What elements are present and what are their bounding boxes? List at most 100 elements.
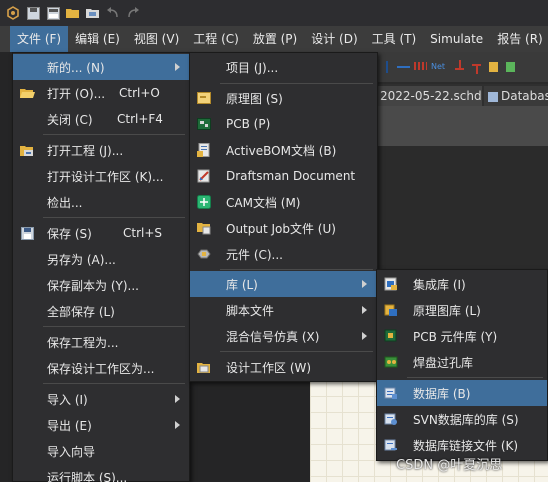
file-save-item[interactable]: 保存 (S) Ctrl+S [13,220,189,246]
new-submenu: 项目 (J)... 原理图 (S) PCB (P) ActiveBOM文档 (B… [189,52,378,382]
menu-item-label: 混合信号仿真 (X) [226,329,320,344]
editor-header [376,106,548,146]
file-new-item[interactable]: 新的... (N) [13,54,189,80]
submenu-arrow-icon [175,63,180,71]
menu-item-label: CAM文档 (M) [226,195,301,210]
menu-item-label: PCB 元件库 (Y) [413,329,498,344]
new-project-item[interactable]: 项目 (J)... [190,54,377,80]
menu-item-label: 导出 (E) [47,418,92,433]
open-folder-icon[interactable] [66,6,80,20]
menu-edit[interactable]: 编辑 (E) [68,26,127,52]
menu-item-label: 保存工程为... [47,335,119,350]
menu-item-shortcut: Ctrl+S [123,226,163,240]
workspace-icon [196,359,212,375]
file-save-project-as-item[interactable]: 保存工程为... [13,329,189,355]
quick-access-toolbar [0,0,548,26]
file-import-item[interactable]: 导入 (I) [13,386,189,412]
menu-separator [43,383,185,384]
menu-item-label: SVN数据库的库 (S) [413,412,519,427]
menu-item-label: Draftsman Document [226,169,356,183]
new-schematic-item[interactable]: 原理图 (S) [190,85,377,111]
menu-item-label: 全部保存 (L) [47,304,115,319]
file-save-copy-as-item[interactable]: 保存副本为 (Y)... [13,272,189,298]
open-project-icon [19,142,35,158]
bom-icon [196,142,212,158]
file-run-script-item[interactable]: 运行脚本 (S)... [13,464,189,482]
menu-bar: 文件 (F) 编辑 (E) 视图 (V) 工程 (C) 放置 (P) 设计 (D… [0,26,548,52]
vcc-port-icon[interactable] [470,59,483,75]
file-open-project-item[interactable]: 打开工程 (J)... [13,137,189,163]
menu-simulate[interactable]: Simulate [423,26,490,52]
tab-database[interactable]: Databas [484,86,548,106]
file-open-item[interactable]: 打开 (O)... Ctrl+O [13,80,189,106]
redo-icon[interactable] [126,6,140,20]
lib-database-item[interactable]: 数据库 (B) [377,380,547,406]
bus-tool-icon[interactable] [397,59,410,75]
new-activebom-item[interactable]: ActiveBOM文档 (B) [190,137,377,163]
menu-item-label: 集成库 (I) [413,277,466,292]
file-import-wizard-item[interactable]: 导入向导 [13,438,189,464]
file-save-all-item[interactable]: 全部保存 (L) [13,298,189,324]
menu-item-label: PCB (P) [226,117,271,131]
file-save-as-item[interactable]: 另存为 (A)... [13,246,189,272]
lib-pcblib-item[interactable]: PCB 元件库 (Y) [377,323,547,349]
lib-svn-db-item[interactable]: SVN数据库的库 (S) [377,406,547,432]
watermark-text: CSDN @叶夏沉思 [396,458,503,473]
menu-item-label: 运行脚本 (S)... [47,470,128,482]
menu-item-label: 保存设计工作区为... [47,361,155,376]
menu-design[interactable]: 设计 (D) [304,26,364,52]
new-mixed-sim-item[interactable]: 混合信号仿真 (X) [190,323,377,349]
menu-item-label: 设计工作区 (W) [226,360,312,375]
menu-separator [43,134,185,135]
menu-view[interactable]: 视图 (V) [127,26,186,52]
sheet-symbol-icon[interactable] [504,59,517,75]
new-component-item[interactable]: 元件 (C)... [190,241,377,267]
menu-item-label: 数据库链接文件 (K) [413,438,519,453]
menu-reports[interactable]: 报告 (R) [490,26,548,52]
lib-integrated-item[interactable]: 集成库 (I) [377,271,547,297]
gnd-port-icon[interactable] [453,59,466,75]
file-menu: 新的... (N) 打开 (O)... Ctrl+O 关闭 (C) Ctrl+F… [12,52,190,482]
new-output-job-item[interactable]: Output Job文件 (U) [190,215,377,241]
new-script-file-item[interactable]: 脚本文件 [190,297,377,323]
new-workspace-item[interactable]: 设计工作区 (W) [190,354,377,380]
menu-item-label: 导入向导 [47,444,96,459]
undo-icon[interactable] [106,6,120,20]
menu-separator [43,326,185,327]
menu-file[interactable]: 文件 (F) [10,26,69,52]
menu-item-label: 脚本文件 [226,303,275,318]
menu-place[interactable]: 放置 (P) [246,26,304,52]
file-close-item[interactable]: 关闭 (C) Ctrl+F4 [13,106,189,132]
db-link-icon [383,437,399,453]
menu-item-shortcut: Ctrl+F4 [117,112,163,126]
part-tool-icon[interactable] [487,59,500,75]
harness-tool-icon[interactable] [414,59,427,75]
open-project-icon[interactable] [86,6,100,20]
lib-schlib-item[interactable]: 原理图库 (L) [377,297,547,323]
menu-separator [407,377,543,378]
menu-tools[interactable]: 工具 (T) [365,26,424,52]
net-label-icon[interactable]: Net [431,59,449,75]
submenu-arrow-icon [175,395,180,403]
new-pcb-item[interactable]: PCB (P) [190,111,377,137]
submenu-arrow-icon [362,280,367,288]
file-open-workspace-item[interactable]: 打开设计工作区 (K)... [13,163,189,189]
tab-schdoc[interactable]: 2022-05-22.schdoc [376,86,482,106]
new-draftsman-item[interactable]: Draftsman Document [190,163,377,189]
schematic-toolbar: Net [376,52,548,82]
menu-item-label: ActiveBOM文档 (B) [226,143,337,158]
new-cam-item[interactable]: CAM文档 (M) [190,189,377,215]
file-save-workspace-as-item[interactable]: 保存设计工作区为... [13,355,189,381]
menu-project[interactable]: 工程 (C) [186,26,246,52]
new-library-item[interactable]: 库 (L) [190,271,377,297]
menu-separator [220,351,373,352]
save-all-icon[interactable] [46,6,60,20]
lib-padvia-item[interactable]: 焊盘过孔库 [377,349,547,375]
save-icon[interactable] [26,6,40,20]
file-checkout-item[interactable]: 检出... [13,189,189,215]
submenu-arrow-icon [175,421,180,429]
wire-tool-icon[interactable] [380,59,393,75]
file-export-item[interactable]: 导出 (E) [13,412,189,438]
menu-item-label: 数据库 (B) [413,386,471,401]
menu-separator [220,83,373,84]
